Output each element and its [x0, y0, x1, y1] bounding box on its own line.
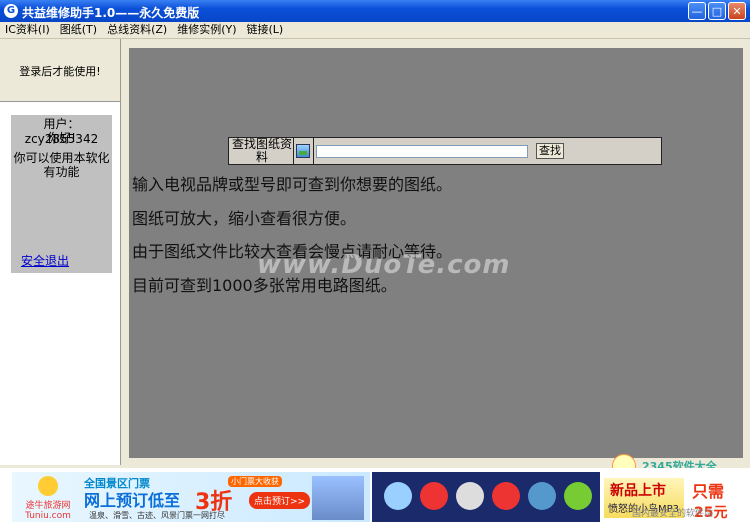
- image-icon: [296, 144, 310, 158]
- app-icon: G: [4, 4, 18, 18]
- menu-drawings[interactable]: 图纸(T): [55, 22, 102, 38]
- menu-bar: IC资料(I) 图纸(T) 总线资料(Z) 维修实例(Y) 链接(L): [0, 22, 750, 39]
- tuniu-brand: 途牛旅游网 Tuniu.com: [25, 501, 71, 521]
- close-button[interactable]: ✕: [728, 2, 746, 20]
- bird-image: [420, 482, 448, 510]
- watermark: www.DuoTe.com: [257, 250, 511, 280]
- menu-bus-data[interactable]: 总线资料(Z): [102, 22, 172, 38]
- main-content: 查找图纸资料 查找 输入电视品牌或型号即可查到你想要的图纸。 图纸可放大，缩小查…: [129, 48, 743, 458]
- menu-ic[interactable]: IC资料(I): [0, 22, 55, 38]
- bird-image: [564, 482, 592, 510]
- search-label: 查找图纸资料: [231, 137, 292, 164]
- window-title: 共益维修助手1.0——永久免费版: [22, 6, 200, 20]
- new-product-text: 新品上市: [610, 483, 666, 499]
- permission-text-2: 有功能: [43, 165, 80, 179]
- cow-icon: [38, 476, 58, 496]
- maximize-button[interactable]: □: [708, 2, 726, 20]
- bird-image: [528, 482, 556, 510]
- search-input[interactable]: [316, 145, 528, 158]
- minimize-button[interactable]: —: [688, 2, 706, 20]
- pagoda-image: [312, 476, 364, 520]
- search-bar: 查找图纸资料 查找: [228, 137, 662, 165]
- divider: [313, 138, 314, 164]
- menu-links[interactable]: 链接(L): [242, 22, 289, 38]
- ad-subtitle: 温泉、滑雪、古迹、风景门票一网打尽: [89, 511, 225, 520]
- travel-ad[interactable]: 途牛旅游网 Tuniu.com 全国景区门票 网上预订低至 3折 小门票大收获 …: [12, 472, 370, 522]
- bird-image: [384, 482, 412, 510]
- info-line-2: 图纸可放大，缩小查看很方便。: [132, 209, 357, 228]
- search-button[interactable]: 查找: [536, 143, 564, 159]
- price-prefix: 只需: [692, 482, 725, 501]
- menu-repair-cases[interactable]: 维修实例(Y): [172, 22, 241, 38]
- ad-book-button[interactable]: 点击预订>>: [249, 492, 311, 509]
- bird-image: [456, 482, 484, 510]
- info-line-1: 输入电视品牌或型号即可查到你想要的图纸。: [132, 175, 453, 194]
- title-bar: G 共益维修助手1.0——永久免费版 — □ ✕: [0, 0, 750, 22]
- site-watermark: 国内最安全的软件站: [612, 502, 746, 519]
- site-watermark-text: 国内最安全的软件站: [632, 509, 714, 519]
- ad-tag: 小门票大收获: [228, 476, 282, 487]
- tuniu-logo: 途牛旅游网 Tuniu.com: [20, 476, 76, 521]
- divider: [293, 138, 294, 164]
- user-info-box: 用户：zcy2855342 你好! 你可以使用本软化 有功能: [11, 115, 112, 273]
- ad-headline: 网上预订低至: [84, 491, 181, 510]
- logout-link[interactable]: 安全退出: [21, 252, 69, 269]
- bird-image: [492, 482, 520, 510]
- left-panel: 登录后才能使用! 用户：zcy2855342 你好! 你可以使用本软化 有功能 …: [0, 39, 121, 465]
- angry-birds-ad[interactable]: [372, 472, 600, 522]
- login-notice: 登录后才能使用!: [0, 39, 120, 102]
- ad-banner: 途牛旅游网 Tuniu.com 全国景区门票 网上预订低至 3折 小门票大收获 …: [0, 468, 750, 527]
- greeting: 你好!: [47, 131, 76, 145]
- window-controls: — □ ✕: [688, 2, 746, 20]
